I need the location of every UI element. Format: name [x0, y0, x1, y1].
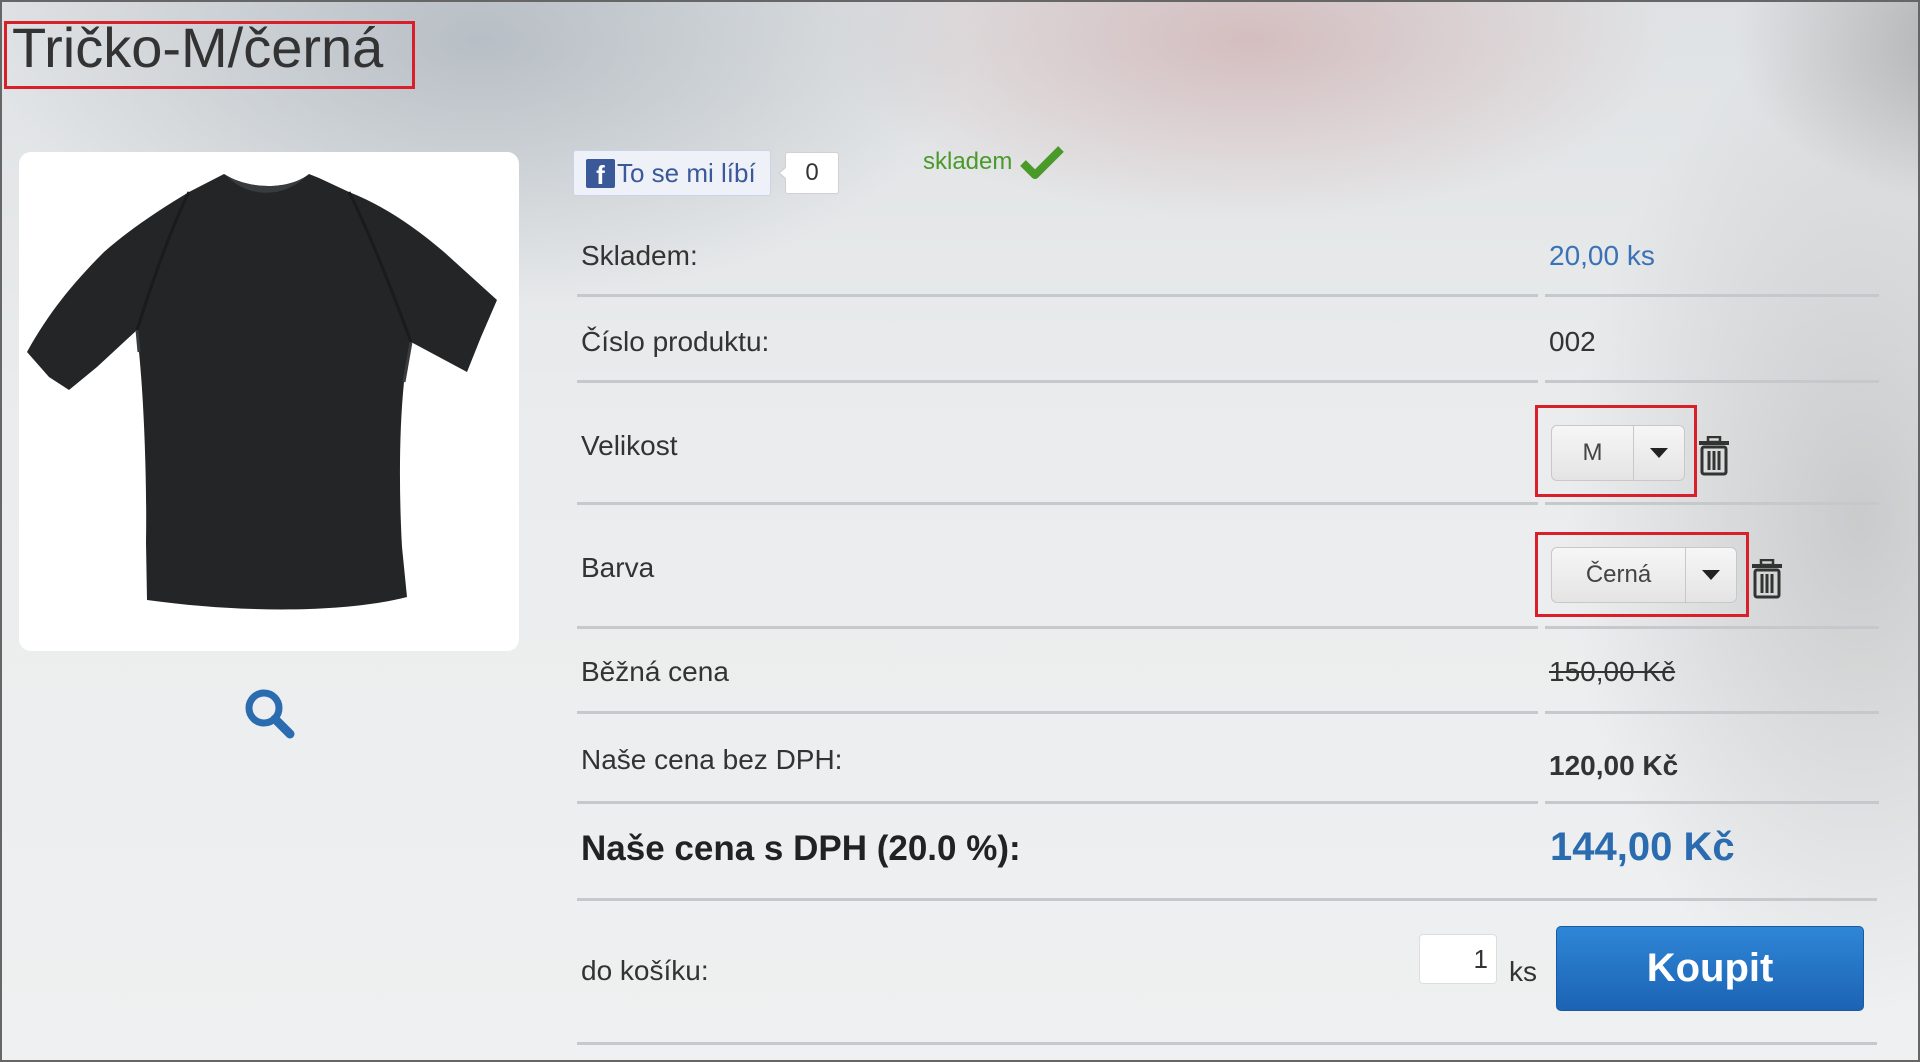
stock-value: 20,00 ks: [1549, 240, 1655, 271]
trash-icon[interactable]: [1750, 559, 1784, 599]
regular-price-label: Běžná cena: [581, 656, 729, 687]
facebook-like-button[interactable]: f To se mi líbí: [573, 150, 771, 196]
divider: [1545, 294, 1879, 297]
stock-label: Skladem:: [581, 240, 698, 271]
divider: [577, 898, 1877, 901]
divider: [577, 380, 1538, 383]
divider: [577, 626, 1538, 629]
trash-icon[interactable]: [1697, 436, 1731, 476]
size-select[interactable]: M: [1551, 425, 1685, 481]
regular-price-value: 150,00 Kč: [1549, 656, 1676, 687]
chevron-down-icon: [1685, 548, 1736, 602]
price-with-vat-value: 144,00 Kč: [1550, 825, 1735, 869]
product-image[interactable]: [19, 152, 519, 651]
tshirt-image: [27, 174, 497, 610]
size-label: Velikost: [581, 430, 678, 461]
quantity-input[interactable]: [1419, 934, 1497, 984]
chevron-down-icon: [1633, 426, 1684, 480]
product-number-value: 002: [1549, 326, 1596, 357]
divider: [1545, 380, 1879, 383]
divider: [577, 294, 1538, 297]
color-label: Barva: [581, 552, 655, 583]
like-count: 0: [778, 152, 839, 194]
checkmark-icon: [1020, 146, 1065, 179]
price-without-vat-label: Naše cena bez DPH:: [581, 744, 843, 775]
size-select-value: M: [1582, 439, 1603, 466]
divider: [1545, 801, 1879, 804]
stock-status: skladem: [923, 145, 1065, 179]
divider: [577, 711, 1538, 714]
divider: [1545, 626, 1879, 629]
facebook-icon: f: [586, 158, 615, 188]
divider: [577, 1042, 1877, 1045]
product-number-label: Číslo produktu:: [581, 326, 770, 357]
divider: [577, 502, 1538, 505]
stock-status-text: skladem: [923, 148, 1013, 175]
divider: [1545, 502, 1879, 505]
color-select[interactable]: Černá: [1551, 547, 1737, 603]
divider: [1545, 711, 1879, 714]
quantity-unit: ks: [1509, 956, 1537, 987]
like-label: To se mi líbí: [617, 157, 756, 188]
page-title: Tričko-M/černá: [12, 16, 384, 79]
search-icon[interactable]: [242, 686, 298, 742]
divider: [577, 801, 1538, 804]
price-with-vat-label: Naše cena s DPH (20.0 %):: [581, 829, 1021, 868]
cart-label: do košíku:: [581, 955, 709, 986]
color-select-value: Černá: [1585, 561, 1652, 588]
buy-button[interactable]: Koupit: [1556, 926, 1864, 1011]
price-without-vat-value: 120,00 Kč: [1549, 750, 1679, 781]
